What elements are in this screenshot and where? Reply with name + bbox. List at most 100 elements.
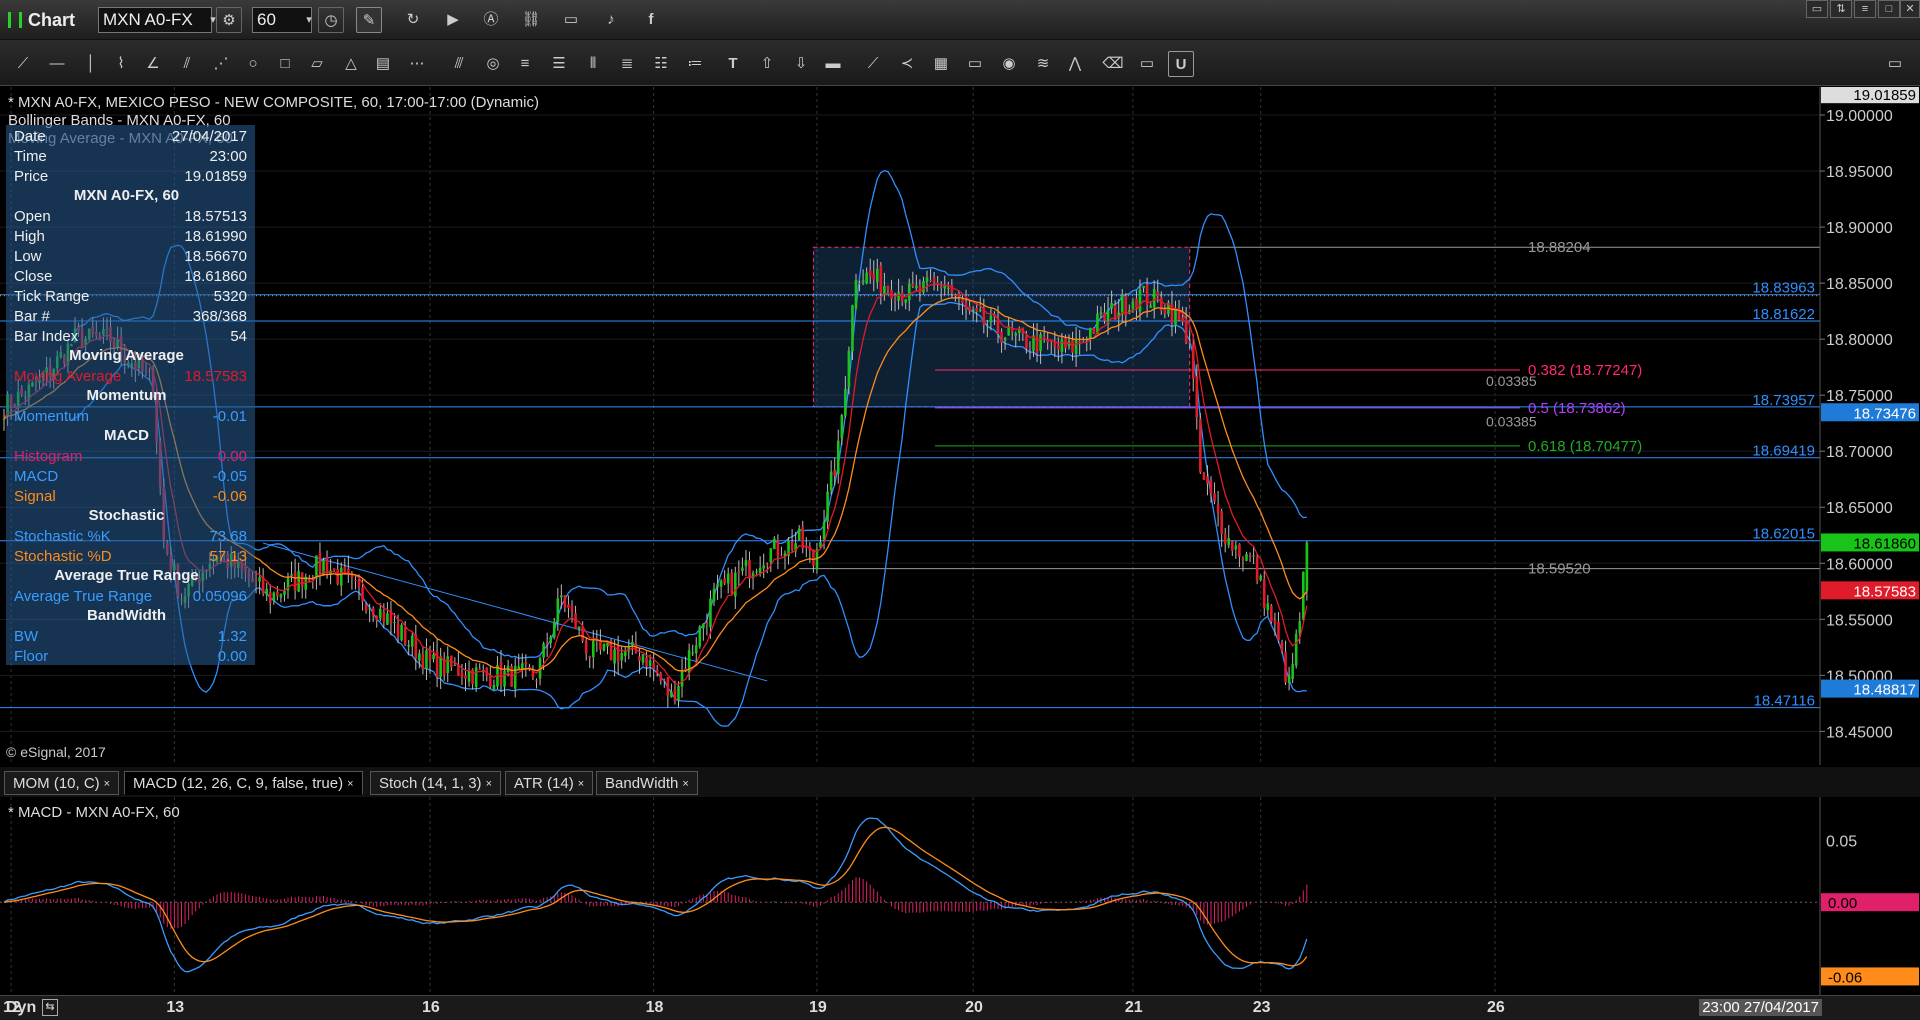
window-maximize-button[interactable]: □ <box>1878 0 1900 18</box>
data-window-value: -0.01 <box>212 408 247 425</box>
app-title: Chart <box>28 10 76 30</box>
arrow-up-tool-icon[interactable]: ⇧ <box>754 51 780 77</box>
study-tab[interactable]: BandWidth × <box>596 771 698 795</box>
twitter-icon[interactable]: ♪ <box>598 7 624 33</box>
cursor-tool-icon[interactable]: ⟋ <box>860 51 886 77</box>
text-tool-icon[interactable]: T <box>720 51 746 77</box>
fib-arcs-icon[interactable]: ≣ <box>614 51 640 77</box>
tab-close-icon[interactable]: × <box>682 778 688 790</box>
label-tool-icon[interactable]: ▬ <box>820 51 846 77</box>
candle-body <box>876 268 879 282</box>
channel-tool-icon[interactable]: ⫽ <box>174 51 200 77</box>
axis-scale-icon[interactable]: ⇆ <box>42 999 58 1016</box>
fib-extension-icon[interactable]: ☰ <box>546 51 572 77</box>
fib-circle-icon[interactable]: ◎ <box>480 51 506 77</box>
price-tick-label: 18.70000 <box>1826 444 1893 461</box>
candle-body <box>1280 642 1284 652</box>
eraser-tool-icon[interactable]: ⌫ <box>1100 51 1126 77</box>
link-settings-icon[interactable]: ⚙ <box>216 7 242 33</box>
symbol-input[interactable]: MXN A0-FX <box>98 7 212 33</box>
candle-body <box>1266 603 1270 611</box>
fib-retracement-icon[interactable]: ≡ <box>512 51 538 77</box>
candle-body <box>1035 335 1039 354</box>
price-tick-label: 18.65000 <box>1826 500 1893 517</box>
rectangle-tool-icon[interactable]: □ <box>272 51 298 77</box>
study-tab[interactable]: Stoch (14, 1, 3) × <box>370 771 501 795</box>
candle-body <box>989 315 993 323</box>
candle-body <box>968 306 971 312</box>
candle-body <box>907 283 911 301</box>
study-tab[interactable]: MOM (10, C) × <box>4 771 120 795</box>
fib-delta-label: 0.03385 <box>1486 414 1537 430</box>
parallelogram-tool-icon[interactable]: ▱ <box>304 51 330 77</box>
gann-tool-icon[interactable]: ☷ <box>648 51 674 77</box>
magnet-tool-icon[interactable]: U <box>1168 51 1194 77</box>
tab-close-icon[interactable]: × <box>578 778 584 790</box>
candle-body <box>1042 336 1046 338</box>
candle-body <box>932 277 936 283</box>
candle-body <box>922 281 925 293</box>
candle-body <box>726 573 730 584</box>
eye-tool-icon[interactable]: ◉ <box>996 51 1022 77</box>
study-tab[interactable]: ATR (14) × <box>505 771 594 795</box>
candle-body <box>432 654 435 660</box>
play-icon[interactable]: ▶ <box>440 7 466 33</box>
mob-tool-icon[interactable]: ▭ <box>962 51 988 77</box>
window-link-button[interactable]: ⇅ <box>1830 0 1852 18</box>
ellipse-tool-icon[interactable]: ○ <box>240 51 266 77</box>
ray-tool-icon[interactable]: — <box>44 51 70 77</box>
facebook-icon[interactable]: f <box>638 7 664 33</box>
arrow-down-tool-icon[interactable]: ⇩ <box>788 51 814 77</box>
window-float-button[interactable]: ▭ <box>1806 0 1828 18</box>
alert-icon[interactable]: Ⓐ <box>478 7 504 33</box>
candle-body <box>840 415 844 439</box>
triangle-tool-icon[interactable]: △ <box>338 51 364 77</box>
macd-panel[interactable]: 0.05 0.00 -0.06 * MACD - MXN A0-FX, 60 <box>0 797 1920 995</box>
candle-body <box>521 663 524 670</box>
candle-body <box>737 571 741 574</box>
window-close-button[interactable]: ✕ <box>1900 0 1920 18</box>
pti-tool-icon[interactable]: ≋ <box>1030 51 1056 77</box>
data-window-bandwidth-title: BandWidth <box>86 607 166 624</box>
polyline-tool-icon[interactable]: ⌇ <box>108 51 134 77</box>
candle-body <box>797 528 801 540</box>
candle-body <box>584 640 588 654</box>
data-window-value: 54 <box>230 328 247 345</box>
toolbar-options-icon[interactable]: ▭ <box>1882 51 1908 77</box>
candle-body <box>670 691 673 698</box>
candle-body <box>634 643 638 654</box>
grid-tool-icon[interactable]: ▦ <box>928 51 954 77</box>
speed-lines-icon[interactable]: ≔ <box>682 51 708 77</box>
tab-close-icon[interactable]: × <box>104 778 110 790</box>
tab-close-icon[interactable]: × <box>347 778 353 790</box>
price-chart-panel[interactable]: 18.88204 18.83963 18.81622 18.73957 18.69419… <box>0 85 1920 765</box>
undo-tool-icon[interactable]: ▭ <box>1134 51 1160 77</box>
study-tab-bar: MOM (10, C) × MACD (12, 26, C, 9, false, t… <box>0 767 1920 797</box>
data-window-macd-title: MACD <box>104 427 149 444</box>
cycle-tool-icon[interactable]: ⋯ <box>404 51 430 77</box>
trendline-tool-icon[interactable]: ⟋ <box>10 51 36 77</box>
chat-icon[interactable]: ▭ <box>558 7 584 33</box>
window-menu-button[interactable]: ≡ <box>1854 0 1876 18</box>
data-window-label: Stochastic %D <box>14 548 112 565</box>
crosshair-tool-icon[interactable]: ≺ <box>894 51 920 77</box>
study-tab[interactable]: MACD (12, 26, C, 9, false, true) × <box>124 771 363 795</box>
vertical-line-tool-icon[interactable]: │ <box>78 51 104 77</box>
candle-body <box>460 672 464 678</box>
andrews-pitchfork-icon[interactable]: ⫻ <box>446 51 472 77</box>
link-icon[interactable]: ⛓ <box>518 7 544 33</box>
time-template-icon[interactable]: ◷ <box>318 7 344 33</box>
refresh-icon[interactable]: ↻ <box>400 7 426 33</box>
fan-tool-icon[interactable]: ⋰ <box>208 51 234 77</box>
angle-tool-icon[interactable]: ∠ <box>140 51 166 77</box>
candle-body <box>396 623 400 637</box>
candle-body <box>1174 309 1177 326</box>
tab-close-icon[interactable]: × <box>486 778 492 790</box>
data-window-label: Signal <box>14 488 56 505</box>
draw-pen-icon[interactable]: ✎ <box>356 7 382 33</box>
data-window-value: 27/04/2017 <box>171 128 247 145</box>
zigzag-tool-icon[interactable]: ⋀ <box>1062 51 1088 77</box>
fib-timezone-icon[interactable]: ⦀ <box>580 51 606 77</box>
hatch-tool-icon[interactable]: ▤ <box>370 51 396 77</box>
chart-header: * MXN A0-FX, MEXICO PESO - NEW COMPOSITE… <box>8 94 539 111</box>
